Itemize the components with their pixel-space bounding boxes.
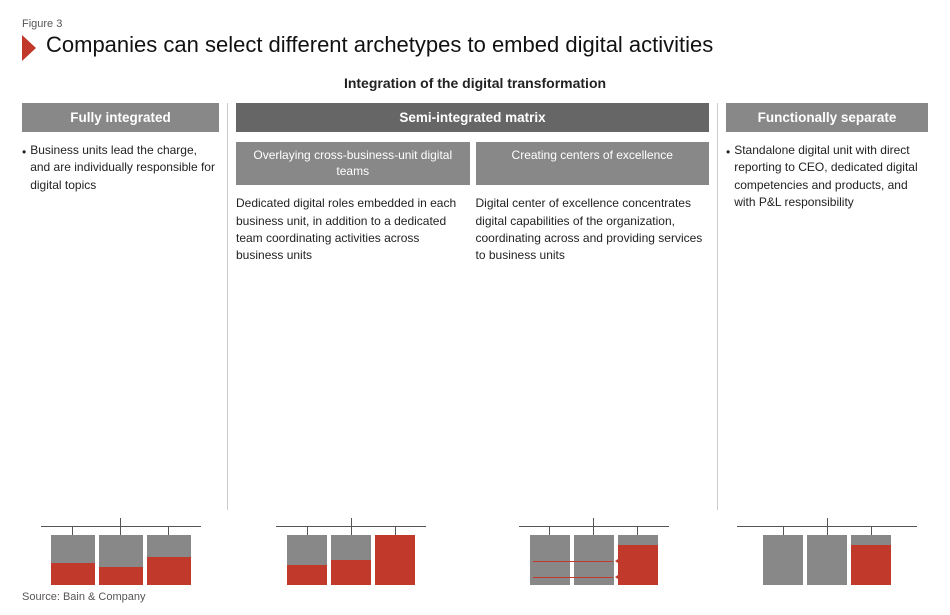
bullet-dot-func: • [726, 144, 730, 161]
semi-body1: Dedicated digital roles embedded in each… [236, 195, 470, 510]
main-title: Companies can select different archetype… [46, 32, 713, 58]
col-fully-integrated: Fully integrated • Business units lead t… [22, 103, 227, 510]
semi-body2: Digital center of excellence concentrate… [476, 195, 710, 510]
diag-semi [227, 518, 718, 585]
diag-func [718, 518, 928, 585]
fully-bullet: • Business units lead the charge, and ar… [22, 142, 219, 194]
semi-sub2-header: Creating centers of excellence [476, 142, 710, 185]
semi-sub-headers: Overlaying cross-business-unit digital t… [236, 142, 709, 185]
bullet-dot: • [22, 144, 26, 161]
semi-bodies: Dedicated digital roles embedded in each… [236, 195, 709, 510]
chart-subtitle: Integration of the digital transformatio… [22, 75, 928, 91]
diag-fully [22, 518, 227, 585]
col-semi-integrated: Semi-integrated matrix Overlaying cross-… [227, 103, 718, 510]
fully-integrated-body: • Business units lead the charge, and ar… [22, 142, 219, 510]
functional-bullet: • Standalone digital unit with direct re… [726, 142, 928, 212]
columns-area: Fully integrated • Business units lead t… [22, 103, 928, 510]
semi-integrated-header: Semi-integrated matrix [236, 103, 709, 132]
source-line: Source: Bain & Company [22, 591, 928, 603]
page: Figure 3 Companies can select different … [0, 0, 950, 615]
semi-body2-line1: Digital center of excellence concentrate… [476, 196, 703, 262]
figure-label: Figure 3 [22, 18, 928, 30]
functional-body-text: Standalone digital unit with direct repo… [734, 142, 928, 212]
fully-integrated-header: Fully integrated [22, 103, 219, 132]
semi-sub1-header: Overlaying cross-business-unit digital t… [236, 142, 470, 185]
functionally-separate-header: Functionally separate [726, 103, 928, 132]
title-row: Companies can select different archetype… [22, 32, 928, 61]
functionally-separate-body: • Standalone digital unit with direct re… [726, 142, 928, 510]
fully-body-text: Business units lead the charge, and are … [30, 142, 219, 194]
diagram-area [22, 518, 928, 585]
col-functionally-separate: Functionally separate • Standalone digit… [718, 103, 928, 510]
red-triangle-icon [22, 35, 36, 61]
